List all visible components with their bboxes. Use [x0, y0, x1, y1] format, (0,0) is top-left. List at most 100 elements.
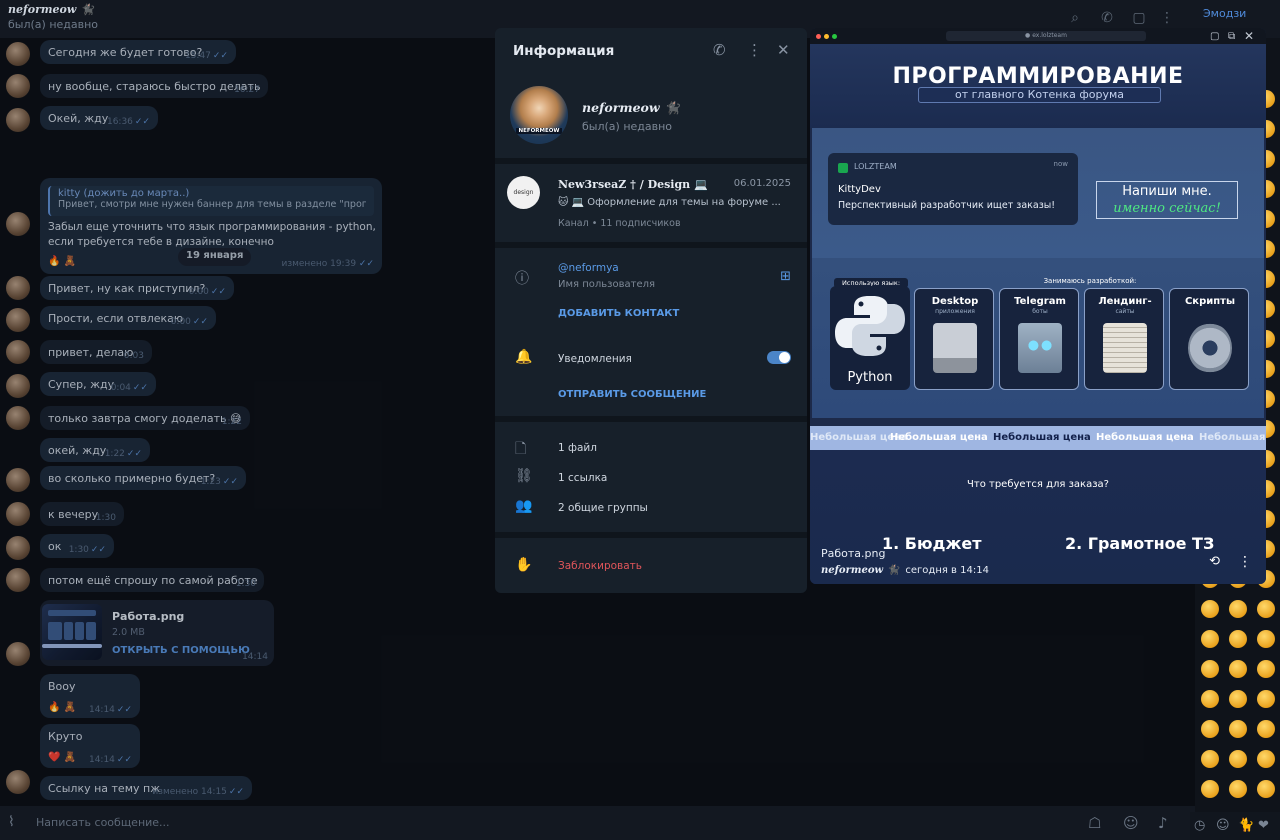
more-icon[interactable]: ⋮ — [1158, 9, 1176, 27]
copy-icon[interactable]: ⧉ — [1228, 31, 1235, 42]
divider — [495, 532, 807, 538]
qr-code-icon[interactable]: ⊞ — [780, 269, 791, 284]
spec-label: 2. Грамотное ТЗ — [1065, 534, 1215, 553]
order-question: Что требуется для заказа? — [967, 479, 1109, 490]
emoji-item[interactable] — [1257, 660, 1275, 678]
recent-icon[interactable]: ◷ — [1194, 818, 1205, 833]
emoji-item[interactable] — [1257, 720, 1275, 738]
smiley-icon[interactable]: ☺ — [1216, 818, 1230, 833]
emoji-item[interactable] — [1201, 780, 1219, 798]
channel-meta: Канал • 11 подписчиков — [558, 218, 681, 229]
contact-name[interactable]: neformeow 🐈‍⬛ — [8, 3, 94, 16]
emoji-item[interactable] — [1201, 720, 1219, 738]
emoji-item[interactable] — [1257, 600, 1275, 618]
user-info-panel: Информация ✆ ⋮ ✕ NEFORMEOW neformeow 🐈‍⬛… — [495, 28, 807, 593]
groups-icon: 👥 — [515, 498, 533, 514]
file-icon: 🗋 — [515, 441, 527, 457]
emoji-item[interactable] — [1201, 660, 1219, 678]
cat-icon[interactable]: 🐈 — [1238, 818, 1254, 833]
emoji-item[interactable] — [1257, 690, 1275, 708]
emoji-item[interactable] — [1229, 630, 1247, 648]
emoji-item[interactable] — [1257, 750, 1275, 768]
block-button[interactable]: Заблокировать — [558, 560, 642, 572]
lolzteam-logo — [838, 163, 848, 173]
emoji-icon[interactable]: ☺ — [1123, 814, 1139, 832]
phone-icon[interactable]: ✆ — [1098, 9, 1116, 27]
banner-subtitle: от главного Котенка форума — [918, 87, 1161, 103]
rotate-icon[interactable]: ⟲ — [1209, 554, 1220, 569]
price-ticker: Небольшая цена Небольшая цена Небольшая … — [810, 426, 1266, 450]
sticker-icon[interactable]: ☖ — [1088, 814, 1101, 832]
channel-avatar[interactable]: design — [507, 176, 540, 209]
message-input[interactable]: Написать сообщение... — [36, 816, 170, 829]
channel-name[interactable]: New3rseaZ † / Design 💻 — [558, 178, 708, 191]
file-caption: Работа.png — [821, 547, 886, 560]
emoji-item[interactable] — [1201, 750, 1219, 768]
shared-links[interactable]: 1 ссылка — [558, 472, 607, 484]
skill-card: Telegram боты — [999, 288, 1079, 390]
dev-caption: Занимаюсь разработкой: — [1043, 277, 1137, 285]
profile-avatar[interactable]: NEFORMEOW — [510, 86, 568, 144]
emoji-item[interactable] — [1229, 720, 1247, 738]
divider — [495, 158, 807, 164]
shared-files[interactable]: 1 файл — [558, 442, 597, 454]
notifications-label: Уведомления — [558, 353, 632, 365]
emoji-item[interactable] — [1201, 690, 1219, 708]
write-me-box: Напиши мне. именно сейчас! — [1096, 181, 1238, 219]
skill-card: Лендинг-сайты — [1084, 288, 1164, 390]
python-label: Python — [847, 370, 893, 385]
emoji-item[interactable] — [1229, 780, 1247, 798]
robot-icon — [1018, 323, 1062, 373]
emoji-item[interactable] — [1257, 630, 1275, 648]
emoji-panel-tabs: ◷ ☺ 🐈 ❤ — [1190, 812, 1280, 840]
emoji-item[interactable] — [1257, 780, 1275, 798]
channel-description: 🐱 💻 Оформление для темы на форуме ... — [558, 197, 781, 208]
browser-bar: ● ex.lolzteam ▢ ⧉ ✕ — [810, 28, 1266, 44]
block-hand-icon: ✋ — [515, 557, 533, 573]
more-icon[interactable]: ⋮ — [747, 41, 762, 59]
username-link[interactable]: @neformya — [558, 262, 619, 274]
viewer-close-icon[interactable]: ✕ — [1244, 29, 1254, 43]
image-viewer[interactable]: ● ex.lolzteam ▢ ⧉ ✕ ПРОГРАММИРОВАНИЕ от … — [810, 28, 1266, 584]
emoji-item[interactable] — [1201, 600, 1219, 618]
username-label: Имя пользователя — [558, 279, 656, 290]
notifications-toggle[interactable] — [767, 351, 791, 364]
emoji-item[interactable] — [1229, 690, 1247, 708]
bell-icon: 🔔 — [515, 349, 533, 365]
gear-icon — [1188, 323, 1232, 373]
emoji-item[interactable] — [1229, 660, 1247, 678]
divider — [495, 242, 807, 248]
image-author: neformeow 🐈‍⬛ сегодня в 14:14 — [821, 565, 989, 576]
divider — [495, 416, 807, 422]
add-contact-button[interactable]: ДОБАВИТЬ КОНТАКТ — [558, 308, 679, 319]
contact-status: был(а) недавно — [8, 18, 99, 31]
phone-icon[interactable]: ✆ — [713, 41, 726, 59]
heart-icon[interactable]: ❤ — [1258, 818, 1269, 833]
banner-title: ПРОГРАММИРОВАНИЕ — [892, 64, 1184, 89]
newspaper-icon — [1103, 323, 1147, 373]
link-icon: ⛓ — [515, 468, 533, 484]
profile-status: был(а) недавно — [582, 120, 673, 133]
budget-label: 1. Бюджет — [882, 534, 982, 553]
address-bar: ● ex.lolzteam — [946, 31, 1146, 41]
send-message-button[interactable]: ОТПРАВИТЬ СООБЩЕНИЕ — [558, 389, 706, 400]
laptop-icon — [933, 323, 977, 373]
more-icon[interactable]: ⋮ — [1238, 554, 1252, 570]
python-logo-icon — [835, 296, 905, 356]
skill-card: Desktop приложения — [914, 288, 994, 390]
attach-icon[interactable]: ⌇ — [8, 814, 15, 830]
window-icon[interactable]: ▢ — [1210, 31, 1219, 42]
compose-bar: ⌇ Написать сообщение... ☖ ☺ ♪ — [0, 806, 1195, 840]
skill-card: Скрипты — [1169, 288, 1249, 390]
search-icon[interactable]: ⌕ — [1066, 9, 1084, 27]
common-groups[interactable]: 2 общие группы — [558, 502, 648, 514]
info-icon: ⓘ — [515, 271, 529, 287]
sidebar-toggle-icon[interactable]: ▢ — [1130, 9, 1148, 27]
tab-emoji[interactable]: Эмодзи — [1203, 7, 1246, 20]
microphone-icon[interactable]: ♪ — [1158, 814, 1168, 832]
emoji-item[interactable] — [1229, 750, 1247, 768]
emoji-item[interactable] — [1201, 630, 1219, 648]
close-icon[interactable]: ✕ — [777, 41, 790, 59]
panel-title: Информация — [513, 43, 615, 59]
emoji-item[interactable] — [1229, 600, 1247, 618]
